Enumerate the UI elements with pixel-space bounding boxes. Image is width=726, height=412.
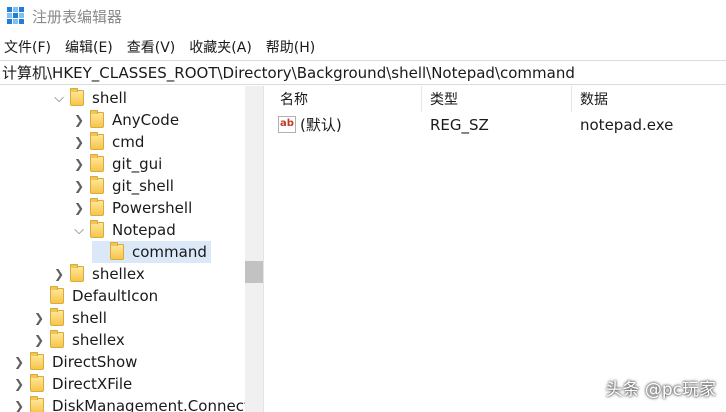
tree-node-cmd[interactable]: ❯ cmd (72, 131, 144, 153)
collapse-arrow-icon[interactable]: ⌵ (52, 87, 66, 109)
folder-icon (70, 264, 84, 282)
expand-arrow-icon[interactable]: ❯ (32, 329, 46, 351)
folder-icon (70, 88, 84, 106)
tree-node-powershell[interactable]: ❯ Powershell (72, 197, 192, 219)
tree-node-notepad[interactable]: ⌵ Notepad (72, 219, 176, 241)
folder-icon (110, 242, 124, 260)
tree-node-defaulticon[interactable]: DefaultIcon (32, 285, 158, 307)
menu-favorites[interactable]: 收藏夹(A) (189, 37, 252, 57)
tree-node-shellex-2[interactable]: ❯ shellex (32, 329, 125, 351)
title-bar: 注册表编辑器 (0, 0, 726, 32)
tree-node-command-selected[interactable]: command (92, 241, 211, 263)
value-row[interactable]: ab (默认) REG_SZ notepad.exe (272, 114, 726, 136)
scrollbar-thumb[interactable] (245, 261, 263, 283)
column-header-name[interactable]: 名称 (272, 86, 422, 112)
string-value-icon: ab (278, 116, 296, 133)
tree-pane: ⌵ shell ❯ AnyCode ❯ cmd ❯ git_gui ❯ git_… (0, 86, 264, 412)
folder-icon (90, 154, 104, 172)
expand-arrow-icon[interactable]: ❯ (72, 175, 86, 197)
folder-icon (50, 330, 64, 348)
window-title: 注册表编辑器 (32, 7, 123, 26)
values-pane: 名称 类型 数据 ab (默认) REG_SZ notepad.exe (272, 86, 726, 412)
expand-arrow-icon[interactable]: ❯ (12, 395, 26, 412)
address-bar[interactable]: 计算机\HKEY_CLASSES_ROOT\Directory\Backgrou… (0, 60, 726, 85)
expand-arrow-icon[interactable]: ❯ (32, 307, 46, 329)
menu-edit[interactable]: 编辑(E) (65, 37, 113, 57)
expand-arrow-icon[interactable]: ❯ (72, 153, 86, 175)
tree-node-directxfile[interactable]: ❯ DirectXFile (12, 373, 132, 395)
collapse-arrow-icon[interactable]: ⌵ (72, 219, 86, 241)
menu-view[interactable]: 查看(V) (127, 37, 176, 57)
folder-icon (90, 132, 104, 150)
column-header-type[interactable]: 类型 (422, 86, 572, 112)
menu-help[interactable]: 帮助(H) (266, 37, 315, 57)
expand-arrow-icon[interactable]: ❯ (72, 109, 86, 131)
tree-view: ⌵ shell ❯ AnyCode ❯ cmd ❯ git_gui ❯ git_… (0, 86, 245, 412)
column-header-data[interactable]: 数据 (572, 86, 726, 112)
tree-scrollbar[interactable] (245, 86, 263, 412)
folder-icon (30, 352, 44, 370)
tree-node-shell[interactable]: ⌵ shell (52, 87, 127, 109)
folder-icon (90, 198, 104, 216)
folder-icon (30, 396, 44, 412)
menu-bar: 文件(F) 编辑(E) 查看(V) 收藏夹(A) 帮助(H) (0, 35, 726, 59)
tree-node-git-shell[interactable]: ❯ git_shell (72, 175, 174, 197)
tree-node-directshow[interactable]: ❯ DirectShow (12, 351, 137, 373)
folder-icon (90, 220, 104, 238)
expand-arrow-icon[interactable]: ❯ (72, 197, 86, 219)
expand-arrow-icon[interactable]: ❯ (12, 373, 26, 395)
tree-node-shell-2[interactable]: ❯ shell (32, 307, 107, 329)
folder-icon (50, 308, 64, 326)
list-header: 名称 类型 数据 (272, 86, 726, 112)
tree-node-anycode[interactable]: ❯ AnyCode (72, 109, 179, 131)
expand-arrow-icon[interactable]: ❯ (72, 131, 86, 153)
tree-node-git-gui[interactable]: ❯ git_gui (72, 153, 162, 175)
tree-node-diskmanagement[interactable]: ❯ DiskManagement.Connection (12, 395, 245, 412)
folder-icon (90, 176, 104, 194)
value-type: REG_SZ (430, 116, 489, 134)
folder-icon (90, 110, 104, 128)
folder-icon (50, 286, 64, 304)
value-name: (默认) (300, 116, 342, 134)
value-data: notepad.exe (580, 116, 674, 134)
folder-icon (30, 374, 44, 392)
watermark: 头条 @pc玩家 (605, 380, 716, 400)
expand-arrow-icon[interactable]: ❯ (52, 263, 66, 285)
expand-arrow-icon[interactable]: ❯ (12, 351, 26, 373)
registry-editor-icon (7, 7, 25, 25)
tree-node-shellex[interactable]: ❯ shellex (52, 263, 145, 285)
menu-file[interactable]: 文件(F) (4, 37, 51, 57)
